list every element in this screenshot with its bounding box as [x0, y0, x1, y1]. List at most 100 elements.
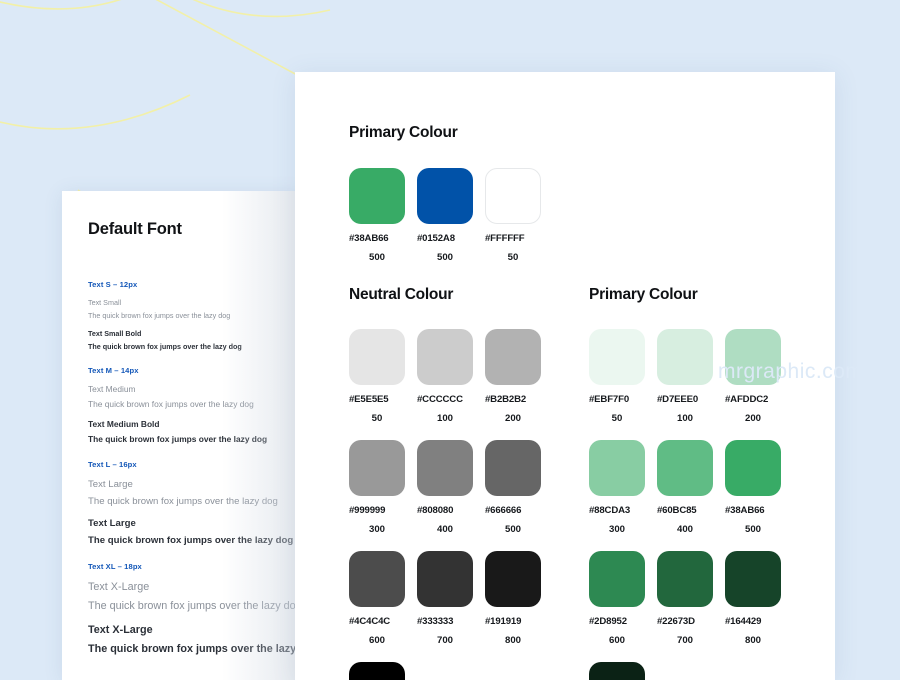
font-sample-pangram: The quick brown fox jumps over the lazy …	[88, 493, 302, 510]
swatch-tone-label: 50	[589, 413, 645, 424]
swatch-hex-label: #60BC85	[657, 505, 725, 516]
section-title-neutral: Neutral Colour	[349, 286, 453, 304]
swatch-row: #4C4C4C600#333333 700 #191919 800	[349, 551, 553, 646]
swatch-tone-label: 700	[417, 635, 473, 646]
swatch-chip[interactable]	[725, 329, 781, 385]
font-sample-label: Text Large	[88, 515, 302, 532]
swatch-tone-label: 500	[349, 252, 405, 263]
swatch-hex-label: #0152A8	[417, 233, 485, 244]
swatch-chip[interactable]	[725, 440, 781, 496]
swatch-hex-label: #38AB66	[349, 233, 417, 244]
swatch-grid-primary-top: #38AB66 500 #0152A8500#FFFFFF 50	[349, 168, 553, 263]
swatch-tone-label: 100	[657, 413, 713, 424]
colour-swatch[interactable]: #2D8952600	[589, 551, 657, 646]
colour-swatch[interactable]: #0B2215	[589, 662, 657, 680]
swatch-chip[interactable]	[417, 168, 473, 224]
swatch-row: #999999300#808080 400 #666666500	[349, 440, 553, 535]
font-panel-title: Default Font	[88, 220, 182, 239]
colour-swatch[interactable]: #E5E5E5 50	[349, 329, 417, 424]
swatch-hex-label: #D7EEE0	[657, 394, 725, 405]
swatch-chip[interactable]	[485, 329, 541, 385]
swatch-tone-label: 400	[657, 524, 713, 535]
font-sample-pangram: The quick brown fox jumps over the lazy …	[88, 432, 302, 447]
swatch-hex-label: #164429	[725, 616, 793, 627]
colour-swatch[interactable]: #FFFFFF 50	[485, 168, 553, 263]
swatch-tone-label: 50	[485, 252, 541, 263]
swatch-chip[interactable]	[657, 551, 713, 607]
colour-swatch[interactable]: #CCCCCC100	[417, 329, 485, 424]
swatch-chip[interactable]	[349, 329, 405, 385]
swatch-hex-label: #808080	[417, 505, 485, 516]
colour-swatch[interactable]: #000000	[349, 662, 417, 680]
swatch-chip[interactable]	[485, 551, 541, 607]
swatch-hex-label: #E5E5E5	[349, 394, 417, 405]
section-title-primary-top: Primary Colour	[349, 124, 457, 142]
swatch-hex-label: #191919	[485, 616, 553, 627]
colour-swatch[interactable]: #EBF7F050	[589, 329, 657, 424]
swatch-tone-label: 100	[417, 413, 473, 424]
colour-palette-card: Primary Colour #38AB66500#0152A8500#FFFF…	[295, 72, 835, 680]
swatch-grid-primary-scale: #EBF7F050#D7EEE0100#AFDDC2200#88CDA3300#…	[589, 329, 793, 680]
swatch-tone-label: 300	[589, 524, 645, 535]
swatch-tone-label: 800	[485, 635, 541, 646]
swatch-chip[interactable]	[417, 440, 473, 496]
swatch-tone-label: 600	[349, 635, 405, 646]
font-sample-label: Text X-Large	[88, 621, 302, 640]
swatch-tone-label: 500	[725, 524, 781, 535]
colour-swatch[interactable]: #B2B2B2200	[485, 329, 553, 424]
swatch-tone-label: 50	[349, 413, 405, 424]
colour-swatch[interactable]: #4C4C4C600	[349, 551, 417, 646]
swatch-hex-label: #AFDDC2	[725, 394, 793, 405]
swatch-chip[interactable]	[349, 662, 405, 680]
swatch-chip[interactable]	[485, 440, 541, 496]
swatch-row: #38AB66 500 #0152A8500#FFFFFF 50	[349, 168, 553, 263]
swatch-chip[interactable]	[589, 662, 645, 680]
swatch-chip[interactable]	[589, 440, 645, 496]
font-sample-pangram: The quick brown fox jumps over the lazy …	[88, 597, 302, 616]
colour-swatch[interactable]: #999999300	[349, 440, 417, 535]
swatch-chip[interactable]	[589, 329, 645, 385]
swatch-tone-label: 200	[725, 413, 781, 424]
swatch-chip[interactable]	[349, 440, 405, 496]
font-sample-pangram: The quick brown fox jumps over the lazy …	[88, 340, 302, 353]
swatch-chip[interactable]	[657, 329, 713, 385]
colour-swatch[interactable]: #22673D700	[657, 551, 725, 646]
colour-swatch[interactable]: #164429 800	[725, 551, 793, 646]
swatch-row: #0B2215	[589, 662, 793, 680]
colour-swatch[interactable]: #88CDA3300	[589, 440, 657, 535]
font-sample-label: Text X-Large	[88, 578, 302, 597]
swatch-chip[interactable]	[349, 168, 405, 224]
swatch-chip[interactable]	[417, 551, 473, 607]
swatch-tone-label: 300	[349, 524, 405, 535]
colour-swatch[interactable]: #333333 700	[417, 551, 485, 646]
colour-swatch[interactable]: #808080 400	[417, 440, 485, 535]
colour-swatch[interactable]: #38AB66 500	[349, 168, 417, 263]
swatch-hex-label: #333333	[417, 616, 485, 627]
colour-swatch[interactable]: #0152A8500	[417, 168, 485, 263]
swatch-chip[interactable]	[589, 551, 645, 607]
swatch-chip[interactable]	[485, 168, 541, 224]
swatch-hex-label: #22673D	[657, 616, 725, 627]
colour-swatch[interactable]: #AFDDC2 200	[725, 329, 793, 424]
font-sample-label: Text Medium	[88, 382, 302, 397]
default-font-panel: Default Font Text S – 12pxText SmallThe …	[62, 191, 302, 680]
swatch-chip[interactable]	[417, 329, 473, 385]
font-specimen-list: Text S – 12pxText SmallThe quick brown f…	[88, 267, 302, 659]
colour-swatch[interactable]: #38AB66500	[725, 440, 793, 535]
colour-swatch[interactable]: #D7EEE0 100	[657, 329, 725, 424]
swatch-hex-label: #B2B2B2	[485, 394, 553, 405]
font-sample-label: Text Small Bold	[88, 327, 302, 340]
section-title-primary-scale: Primary Colour	[589, 286, 697, 304]
colour-swatch[interactable]: #60BC85 400	[657, 440, 725, 535]
font-size-tag: Text S – 12px	[88, 280, 302, 289]
colour-swatch[interactable]: #666666500	[485, 440, 553, 535]
swatch-chip[interactable]	[349, 551, 405, 607]
swatch-hex-label: #666666	[485, 505, 553, 516]
colour-swatch[interactable]: #191919 800	[485, 551, 553, 646]
swatch-tone-label: 800	[725, 635, 781, 646]
swatch-tone-label: 600	[589, 635, 645, 646]
swatch-chip[interactable]	[725, 551, 781, 607]
swatch-chip[interactable]	[657, 440, 713, 496]
swatch-hex-label: #FFFFFF	[485, 233, 553, 244]
swatch-tone-label: 400	[417, 524, 473, 535]
